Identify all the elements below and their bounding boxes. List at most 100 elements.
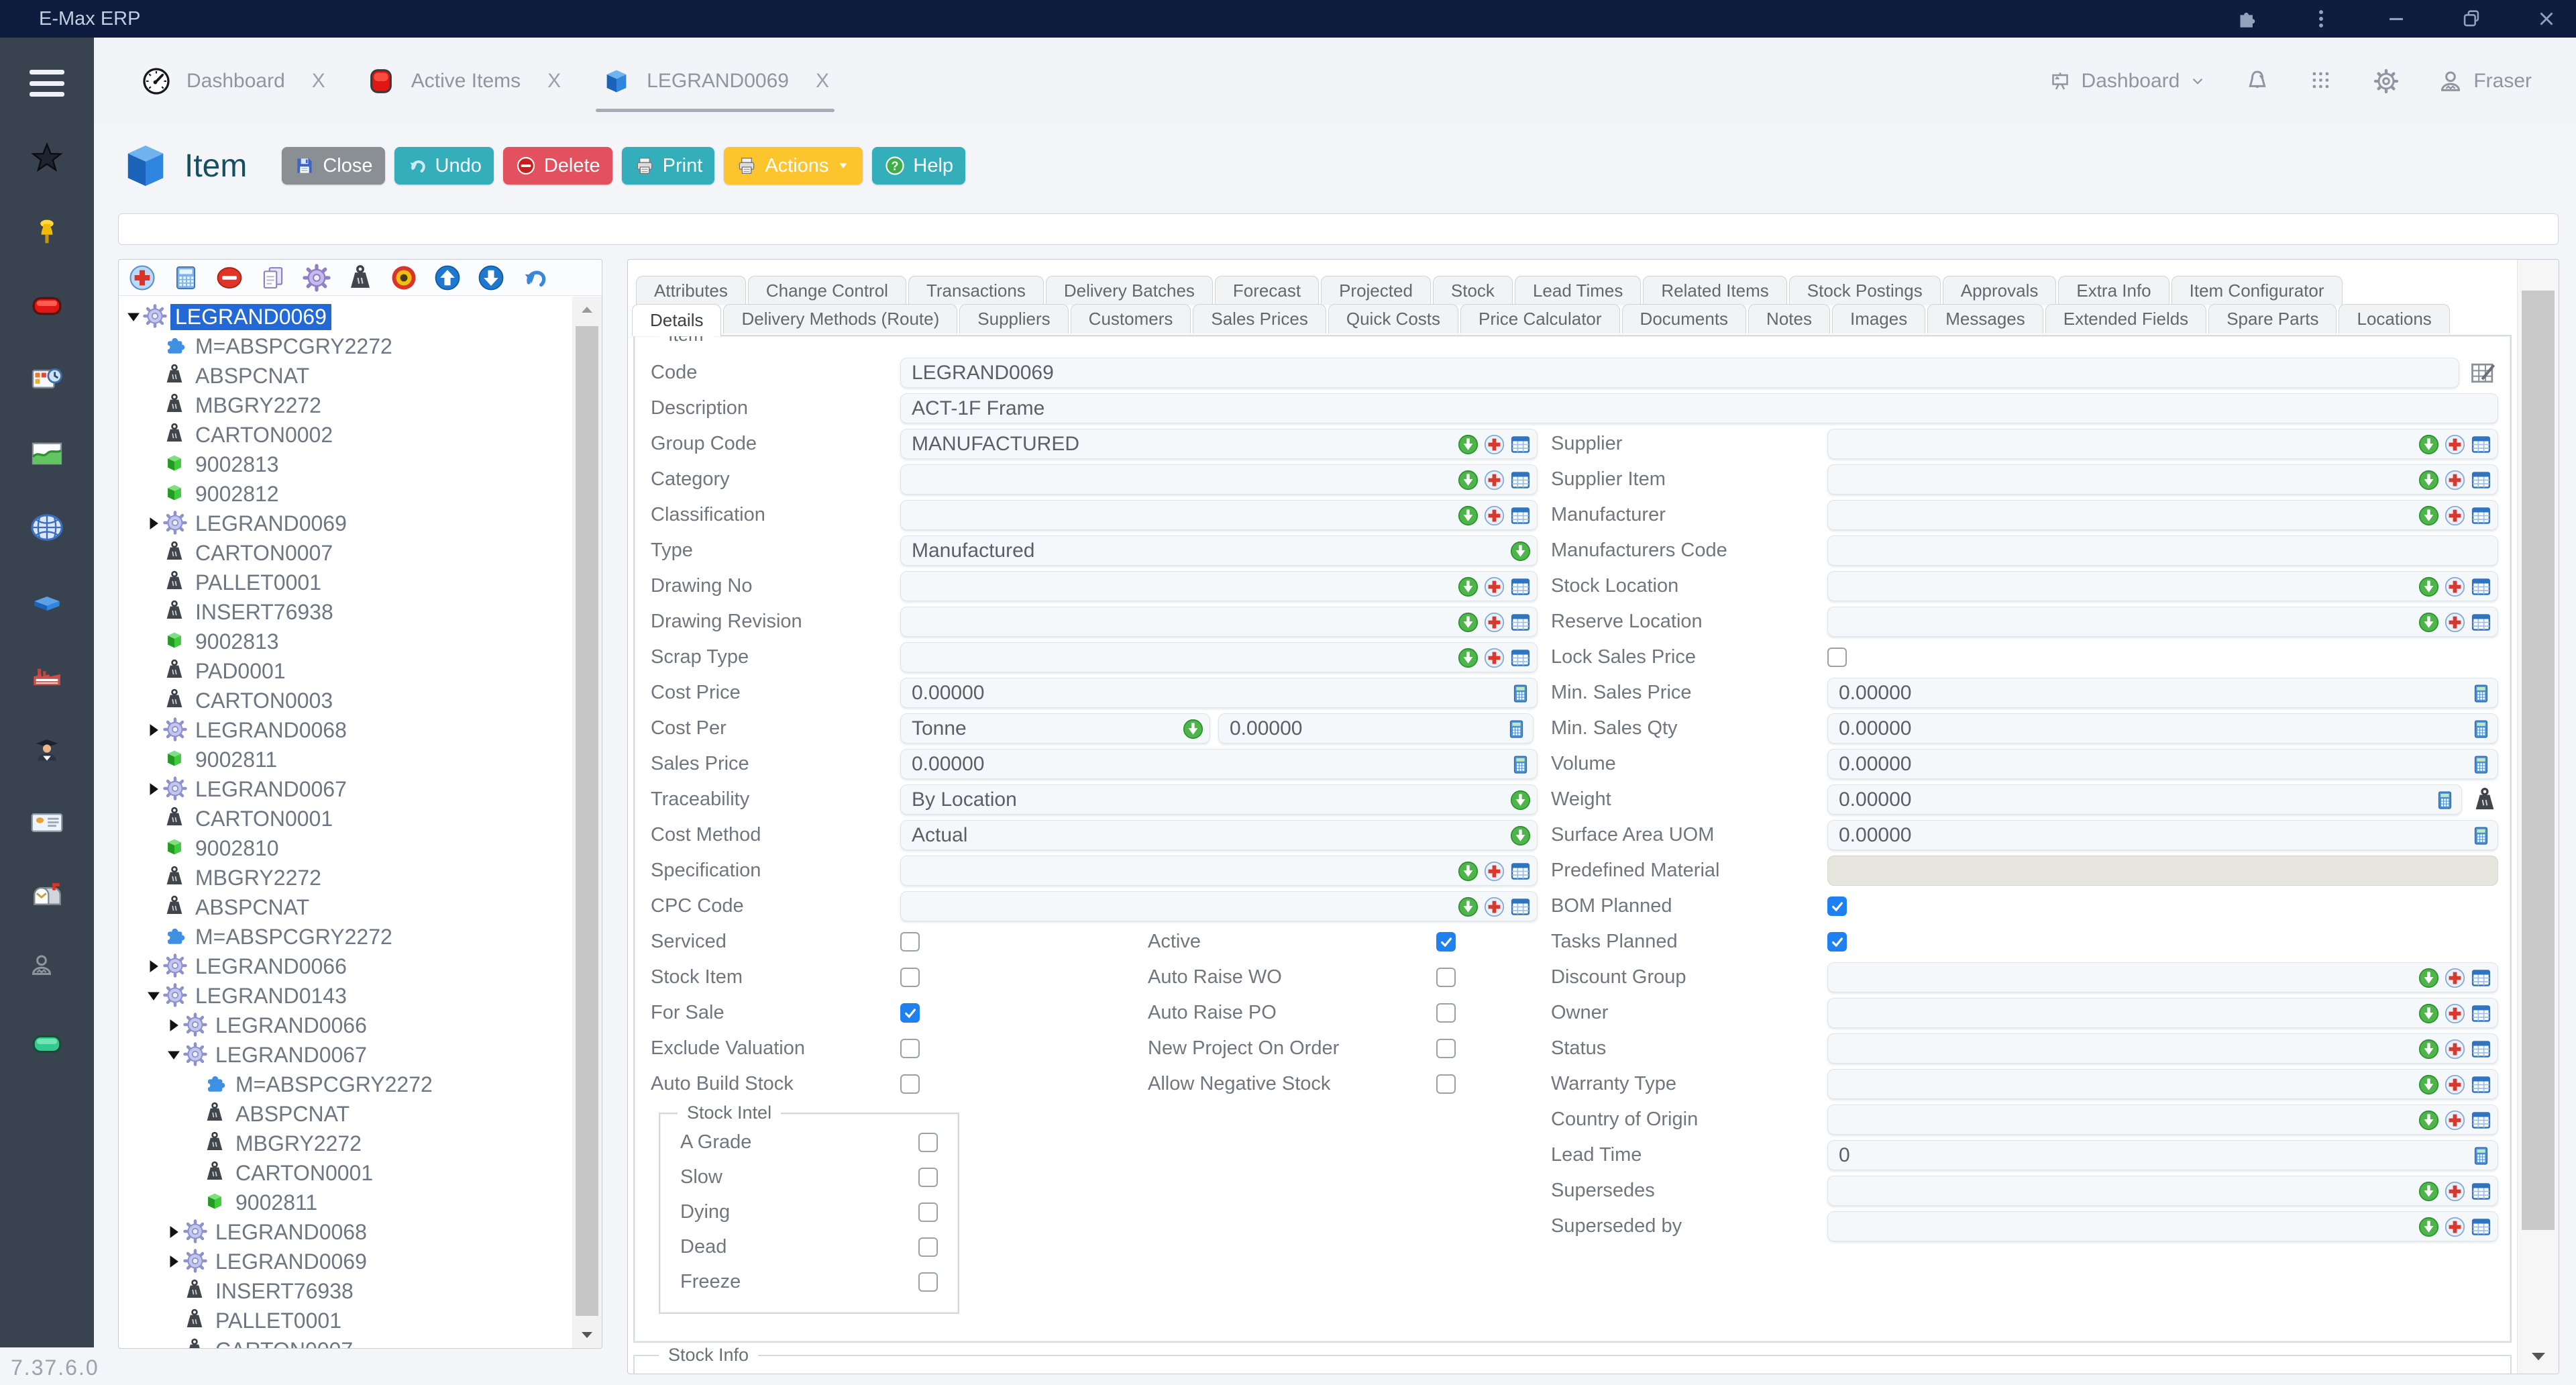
lookup-table-icon[interactable]	[2470, 469, 2492, 491]
auto-raise-po-checkbox[interactable]	[1436, 1003, 1456, 1023]
delete-button[interactable]: Delete	[503, 147, 612, 185]
tab-forecast[interactable]: Forecast	[1215, 276, 1319, 305]
expander-right-icon[interactable]	[164, 1225, 183, 1239]
tab-spare-parts[interactable]: Spare Parts	[2208, 304, 2337, 334]
notifications-bell-icon[interactable]	[2244, 68, 2271, 95]
remove-tool-icon[interactable]	[215, 264, 244, 292]
tree-item[interactable]: INSERT76938	[119, 597, 572, 627]
dropdown-arrow-icon[interactable]	[1457, 505, 1479, 527]
tree-item[interactable]: LEGRAND0069	[119, 302, 572, 331]
cost-method-field[interactable]: Actual	[900, 820, 1538, 850]
add-new-icon[interactable]	[1483, 469, 1505, 491]
tree-item[interactable]: ABSPCNAT	[119, 361, 572, 391]
tree-scrollbar[interactable]	[572, 297, 602, 1348]
tree-item[interactable]: CARTON0007	[119, 538, 572, 568]
help-button[interactable]: ?Help	[872, 147, 965, 185]
blue-slab-icon[interactable]	[28, 582, 66, 620]
tab-attributes[interactable]: Attributes	[636, 276, 746, 305]
dropdown-arrow-icon[interactable]	[1509, 789, 1532, 811]
allow-negative-stock-checkbox[interactable]	[1436, 1074, 1456, 1094]
factory-icon[interactable]	[28, 656, 66, 694]
tree-item[interactable]: M=ABSPCGRY2272	[119, 922, 572, 952]
tab-stock-postings[interactable]: Stock Postings	[1789, 276, 1941, 305]
cost-price-field[interactable]: 0.00000	[900, 678, 1538, 708]
open-tab-dashboard[interactable]: DashboardX	[136, 48, 331, 115]
dropdown-arrow-icon[interactable]	[1457, 860, 1479, 882]
tab-customers[interactable]: Customers	[1071, 304, 1191, 334]
menu-icon[interactable]	[2308, 5, 2334, 32]
stock-location-field[interactable]	[1827, 571, 2498, 601]
add-new-icon[interactable]	[2444, 1038, 2466, 1060]
lookup-table-icon[interactable]	[1509, 505, 1532, 527]
details-scroll-thumb[interactable]	[2522, 291, 2555, 1230]
predefined-material-field[interactable]	[1827, 856, 2498, 886]
weight-field[interactable]: 0.00000	[1827, 784, 2462, 815]
dropdown-arrow-icon[interactable]	[1457, 611, 1479, 633]
open-tab-active-items[interactable]: Active ItemsX	[360, 48, 566, 115]
expander-right-icon[interactable]	[144, 516, 163, 531]
manufacturers-code-field[interactable]	[1827, 535, 2498, 566]
dropdown-arrow-icon[interactable]	[1457, 647, 1479, 669]
add-new-icon[interactable]	[1483, 611, 1505, 633]
lookup-table-icon[interactable]	[2470, 433, 2492, 456]
lookup-table-icon[interactable]	[1509, 433, 1532, 456]
lock-sales-price-checkbox[interactable]	[1827, 648, 1847, 667]
tab-images[interactable]: Images	[1832, 304, 1925, 334]
calculator-icon[interactable]	[1505, 718, 1527, 740]
dropdown-arrow-icon[interactable]	[1509, 540, 1532, 562]
quick-search-input[interactable]	[118, 213, 2559, 245]
freeze-checkbox[interactable]	[918, 1272, 938, 1292]
drawing-revision-field[interactable]	[900, 607, 1538, 637]
dropdown-arrow-icon[interactable]	[2418, 505, 2440, 527]
lookup-table-icon[interactable]	[2470, 1180, 2492, 1202]
calculator-icon[interactable]	[2470, 682, 2492, 705]
lookup-table-icon[interactable]	[2470, 576, 2492, 598]
tab-approvals[interactable]: Approvals	[1943, 276, 2057, 305]
type-field[interactable]: Manufactured	[900, 535, 1538, 566]
add-new-icon[interactable]	[2444, 576, 2466, 598]
tree-item[interactable]: ABSPCNAT	[119, 892, 572, 922]
dead-checkbox[interactable]	[918, 1237, 938, 1257]
tab-details[interactable]: Details	[632, 304, 721, 336]
status-field[interactable]	[1827, 1033, 2498, 1064]
volume-field[interactable]: 0.00000	[1827, 749, 2498, 779]
tab-projected[interactable]: Projected	[1321, 276, 1431, 305]
tree-item[interactable]: 9002813	[119, 450, 572, 479]
tab-locations[interactable]: Locations	[2339, 304, 2449, 334]
star-icon[interactable]	[28, 140, 66, 177]
tree-item[interactable]: LEGRAND0068	[119, 1217, 572, 1247]
dropdown-arrow-icon[interactable]	[2418, 469, 2440, 491]
tab-related-items[interactable]: Related Items	[1643, 276, 1786, 305]
add-new-icon[interactable]	[2444, 433, 2466, 456]
dropdown-arrow-icon[interactable]	[2418, 1074, 2440, 1096]
lead-time-field[interactable]: 0	[1827, 1140, 2498, 1170]
discount-group-field[interactable]	[1827, 962, 2498, 992]
expander-down-icon[interactable]	[144, 988, 163, 1003]
tab-item-configurator[interactable]: Item Configurator	[2171, 276, 2343, 305]
add-new-icon[interactable]	[1483, 433, 1505, 456]
tab-sales-prices[interactable]: Sales Prices	[1193, 304, 1326, 334]
tree-item[interactable]: LEGRAND0143	[119, 981, 572, 1011]
tasks-planned-checkbox[interactable]	[1827, 932, 1847, 952]
user-menu[interactable]: Fraser	[2437, 68, 2532, 95]
tree-item[interactable]: LEGRAND0069	[119, 509, 572, 538]
graduate-icon[interactable]	[28, 730, 66, 768]
group-code-field[interactable]: MANUFACTURED	[900, 429, 1538, 459]
tab-extra-info[interactable]: Extra Info	[2058, 276, 2169, 305]
tree-item[interactable]: MBGRY2272	[119, 1129, 572, 1158]
calculator-icon[interactable]	[1509, 754, 1532, 776]
tree-item[interactable]: 9002811	[119, 1188, 572, 1217]
tree-item[interactable]: CARTON0007	[119, 1335, 572, 1348]
tree-item[interactable]: LEGRAND0067	[119, 1040, 572, 1070]
add-new-icon[interactable]	[1483, 576, 1505, 598]
tree-item[interactable]: M=ABSPCGRY2272	[119, 331, 572, 361]
hamburger-menu-icon[interactable]	[30, 70, 64, 97]
close-tab-icon[interactable]: X	[816, 70, 829, 93]
dropdown-arrow-icon[interactable]	[2418, 1216, 2440, 1238]
tree-item[interactable]: CARTON0003	[119, 686, 572, 715]
cpc-code-field[interactable]	[900, 891, 1538, 921]
tree-item[interactable]: LEGRAND0069	[119, 1247, 572, 1276]
restore-icon[interactable]	[2458, 5, 2485, 32]
details-scrollbar[interactable]	[2517, 260, 2559, 1374]
minimize-icon[interactable]	[2383, 5, 2410, 32]
